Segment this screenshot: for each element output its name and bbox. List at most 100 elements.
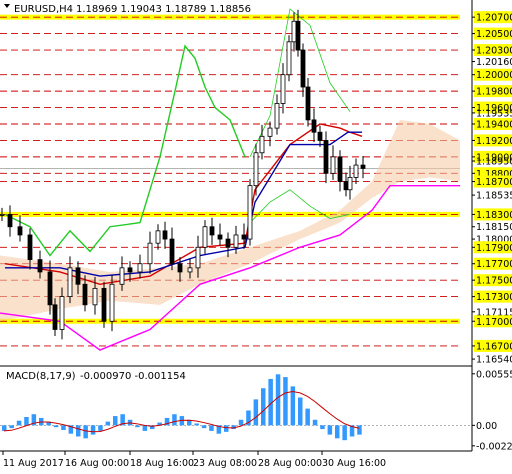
candle-body	[280, 74, 286, 104]
macd-values: -0.000970 -0.001154	[80, 371, 186, 382]
macd-bar	[201, 425, 207, 429]
candle-body	[347, 177, 353, 191]
macd-bar	[172, 414, 177, 426]
macd-bar	[312, 419, 318, 426]
candle-body	[300, 49, 306, 88]
candle-body	[59, 296, 65, 330]
candle-body	[195, 246, 201, 269]
candle-body	[295, 20, 301, 51]
macd-bar	[261, 388, 266, 426]
price-label: 1.20500	[476, 29, 512, 40]
macd-header: MACD(8,17,9) -0.000970 -0.001154	[6, 371, 186, 382]
candle-body	[343, 181, 349, 191]
candle-body	[101, 287, 107, 322]
macd-bar	[16, 420, 22, 426]
candle-body	[177, 263, 183, 273]
candle-body	[202, 226, 208, 248]
candle-body	[217, 234, 223, 240]
macd-bar	[209, 425, 214, 431]
macd-bar	[224, 425, 229, 432]
candle-body	[17, 226, 23, 236]
candle-body	[82, 283, 88, 306]
price-label: 1.18150	[476, 222, 512, 233]
candle-body	[330, 156, 336, 174]
macd-bar	[90, 425, 96, 435]
candle-body	[7, 214, 13, 228]
macd-bar	[283, 377, 288, 426]
candle-body	[169, 238, 175, 265]
candle-body	[52, 304, 58, 330]
price-label: 1.18535	[476, 191, 512, 202]
macd-bar	[335, 425, 340, 439]
ohlc-values: 1.18969 1.19043 1.18789 1.18856	[76, 4, 251, 15]
macd-bar	[83, 425, 88, 439]
candle-body	[75, 267, 81, 285]
candle-body	[225, 238, 231, 248]
candle-body	[286, 41, 292, 76]
macd-bar	[275, 374, 281, 426]
candle-body	[187, 267, 193, 273]
time-label: 16 Aug 00:00	[65, 458, 129, 469]
macd-scale-label: 0.005556	[476, 369, 512, 380]
macd-bar	[194, 423, 199, 426]
price-label: 1.18300	[476, 210, 512, 221]
candle-body	[317, 131, 323, 141]
macd-scale-label: 0.00	[476, 421, 497, 432]
candle-body	[137, 263, 143, 273]
candle-body	[27, 234, 33, 261]
macd-bar	[135, 425, 140, 428]
candle-body	[67, 267, 73, 298]
candle-body	[353, 164, 359, 178]
trading-chart[interactable]: 1.20700 1.20500 1.203001.20160 1.20000 1.198…	[0, 0, 512, 474]
time-label: 18 Aug 16:00	[130, 458, 194, 469]
symbol-header: EURUSD,H4 1.18969 1.19043 1.18789 1.1885…	[4, 4, 251, 15]
candle-body	[241, 234, 247, 240]
price-label: 1.19535	[476, 108, 512, 119]
macd-bar	[298, 397, 303, 426]
macd-bar	[357, 425, 362, 435]
candle-body	[305, 86, 311, 121]
macd-bar	[61, 425, 66, 430]
price-label: 1.18950	[476, 156, 512, 167]
macd-label: MACD(8,17,9)	[6, 371, 76, 382]
price-label: 1.17000	[476, 317, 512, 328]
macd-bar	[320, 425, 325, 430]
price-label: 1.20000	[476, 70, 512, 81]
candle-body	[119, 267, 125, 285]
symbol-name: EURUSD,H4	[14, 4, 73, 15]
candle-body	[233, 234, 239, 248]
macd-bar	[113, 416, 118, 426]
price-label: 1.17500	[476, 276, 512, 287]
price-label: 1.17700	[476, 259, 512, 270]
time-label: 28 Aug 00:00	[258, 458, 322, 469]
macd-bar	[105, 421, 111, 426]
time-label: 23 Aug 08:00	[193, 458, 257, 469]
candle-body	[127, 267, 133, 273]
time-label: 30 Aug 16:00	[322, 458, 386, 469]
price-label: 1.17300	[476, 292, 512, 303]
candle-body	[360, 164, 366, 169]
price-label: 1.20700	[476, 13, 512, 24]
candle-body	[92, 287, 98, 306]
macd-bar	[76, 425, 81, 437]
macd-bar	[9, 425, 14, 429]
candle-body	[209, 226, 215, 236]
candle-body	[274, 103, 280, 129]
candle-body	[253, 152, 259, 187]
price-label: 1.19800	[476, 87, 512, 98]
macd-bar	[342, 425, 347, 441]
time-label: 11 Aug 2017	[3, 458, 64, 469]
candle-body	[162, 230, 168, 240]
candle-body	[267, 127, 273, 137]
macd-bar	[53, 425, 59, 428]
macd-scale-label: -0.002208	[476, 441, 512, 452]
candle-body	[109, 283, 115, 322]
macd-bar	[24, 416, 29, 426]
macd-bar	[305, 408, 310, 426]
candle-body	[37, 259, 43, 273]
price-label: 1.19200	[476, 136, 512, 147]
candle-body	[147, 242, 153, 265]
candle-body	[0, 214, 5, 216]
price-label: 1.20300	[476, 46, 512, 57]
macd-bar	[238, 419, 244, 426]
